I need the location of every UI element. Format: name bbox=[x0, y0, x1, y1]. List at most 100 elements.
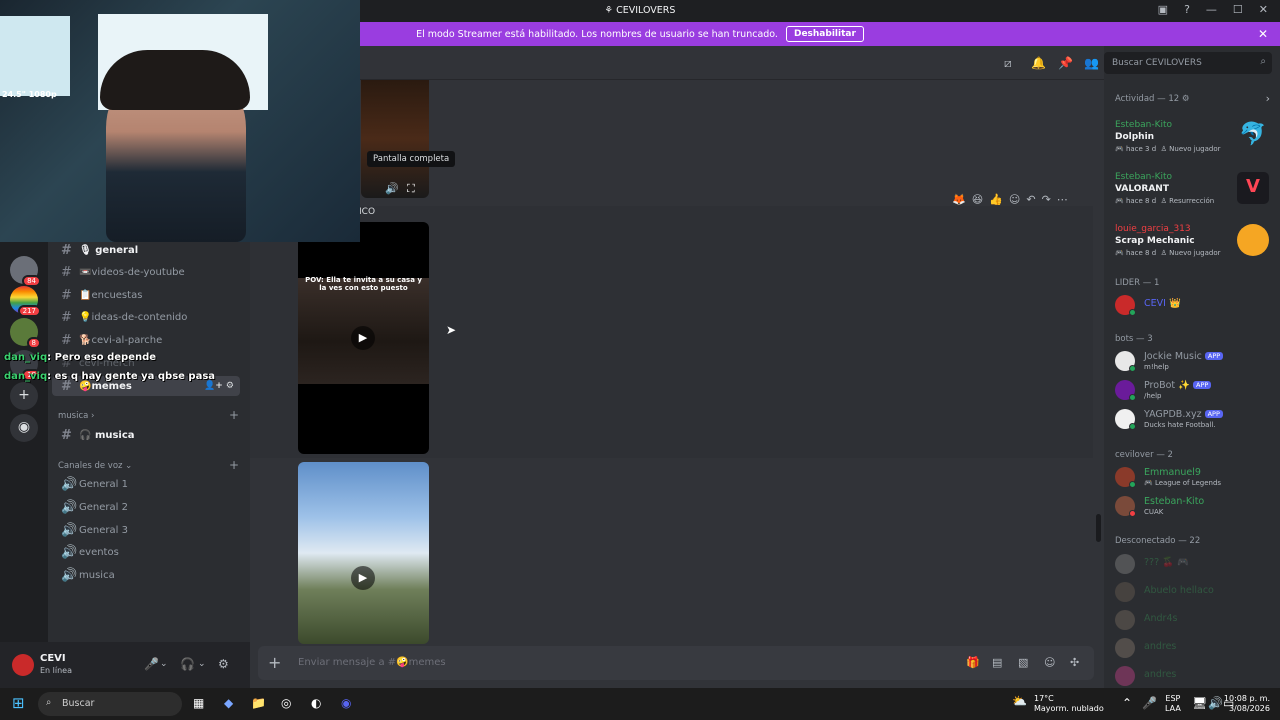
bell-icon[interactable]: 🔔 bbox=[1031, 56, 1046, 70]
fullscreen-icon[interactable]: ⛶ bbox=[407, 182, 415, 196]
channel-videos-de-youtube[interactable]: # 📼 videos-de-youtube bbox=[48, 262, 244, 282]
member-item[interactable]: YAGPDB.xyz APP Ducks hate Football. bbox=[1104, 406, 1280, 432]
threads-icon[interactable]: ⧄ bbox=[1004, 56, 1012, 71]
chevron-down-icon[interactable]: ⌄ bbox=[198, 659, 206, 669]
member-item[interactable]: Emmanuel9 🎮 League of Legends bbox=[1104, 464, 1280, 490]
channel-label: General 1 bbox=[79, 478, 128, 490]
disable-streamer-button[interactable]: Deshabilitar bbox=[785, 26, 864, 42]
app-icon[interactable]: ◐ bbox=[311, 696, 321, 710]
member-item[interactable]: CEVI 👑 bbox=[1104, 292, 1280, 318]
headphones-icon[interactable]: 🎧 bbox=[180, 657, 195, 671]
help-icon[interactable]: ? bbox=[1184, 3, 1190, 16]
task-view-icon[interactable]: ▦ bbox=[193, 696, 204, 710]
gift-icon[interactable]: 🎁 bbox=[966, 656, 980, 669]
play-icon[interactable]: ▶ bbox=[351, 566, 375, 590]
member-item[interactable]: andres bbox=[1104, 663, 1280, 689]
add-channel-icon[interactable]: + bbox=[229, 458, 239, 472]
add-server-icon[interactable]: + bbox=[10, 382, 38, 410]
member-item[interactable]: ProBot ✨ APP /help bbox=[1104, 377, 1280, 403]
explore-icon[interactable]: ◉ bbox=[10, 414, 38, 442]
pin-icon[interactable]: 📌 bbox=[1058, 56, 1073, 70]
activity-meta: 🎮 hace 8 d ♙ Nuevo jugador bbox=[1115, 249, 1221, 257]
chevron-right-icon[interactable]: › bbox=[1266, 92, 1270, 105]
volume-icon[interactable]: 🔊 bbox=[385, 182, 399, 195]
search-input[interactable]: Buscar CEVILOVERS ⌕ bbox=[1104, 52, 1272, 74]
voice-channel[interactable]: 🔊 musica bbox=[48, 565, 244, 585]
member-item[interactable]: ??? 🍒 🎮 bbox=[1104, 551, 1280, 577]
activity-card[interactable]: Esteban-Kito VALORANT 🎮 hace 8 d ♙ Resur… bbox=[1104, 172, 1280, 216]
channel-encuestas[interactable]: # 📋 encuestas bbox=[48, 285, 244, 305]
members-icon[interactable]: 👥 bbox=[1084, 56, 1099, 70]
channel-general[interactable]: # 🎙 general bbox=[48, 240, 244, 260]
dolphin-icon: 🐬 bbox=[1237, 120, 1269, 152]
activity-card[interactable]: Esteban-Kito Dolphin 🎮 hace 3 d ♙ Nuevo … bbox=[1104, 120, 1280, 164]
activity-game: Scrap Mechanic bbox=[1115, 236, 1195, 246]
inbox-icon[interactable]: ▣ bbox=[1158, 3, 1168, 16]
close-icon[interactable]: ✕ bbox=[1258, 27, 1268, 41]
category-musica[interactable]: musica › bbox=[58, 411, 94, 421]
server-icon[interactable]: 8 bbox=[10, 318, 41, 349]
weather-widget[interactable]: 17°C Mayorm. nublado bbox=[1034, 694, 1104, 714]
member-item[interactable]: Abuelo hellaco bbox=[1104, 579, 1280, 605]
reply-icon[interactable]: ↶ bbox=[1026, 193, 1035, 206]
voice-channel[interactable]: 🔊 General 1 bbox=[48, 474, 244, 494]
avatar[interactable] bbox=[12, 654, 34, 676]
close-window-button[interactable]: ✕ bbox=[1259, 3, 1268, 16]
channel-label: General 2 bbox=[79, 501, 128, 513]
channel-cevi-al-parche[interactable]: # 🐕 cevi-al-parche bbox=[48, 330, 244, 350]
emoji-icon[interactable]: ☺ bbox=[1044, 656, 1055, 669]
member-item[interactable]: Andr4s bbox=[1104, 607, 1280, 633]
gif-icon[interactable]: ▤ bbox=[992, 656, 1002, 669]
video-attachment[interactable]: POV: Ella te invita a su casa y la ves c… bbox=[298, 222, 429, 454]
file-explorer-icon[interactable]: 📁 bbox=[251, 696, 266, 710]
voice-channel[interactable]: 🔊 eventos bbox=[48, 542, 244, 562]
chrome-icon[interactable]: ◎ bbox=[281, 696, 291, 710]
member-item[interactable]: Jockie Music APP m!help bbox=[1104, 348, 1280, 374]
clock[interactable]: 10:08 p. m. 3/08/2026 bbox=[1224, 694, 1270, 714]
category-voice[interactable]: Canales de voz ⌄ bbox=[58, 461, 132, 471]
language-indicator[interactable]: ESP LAA bbox=[1165, 694, 1181, 714]
minimize-button[interactable]: — bbox=[1206, 3, 1217, 16]
thumbs-up-icon[interactable]: 👍 bbox=[989, 193, 1003, 206]
volume-icon[interactable]: 🔊 bbox=[1208, 696, 1223, 710]
video-attachment[interactable]: ▶ bbox=[298, 462, 429, 644]
play-icon[interactable]: ▶ bbox=[351, 326, 375, 350]
sticker-icon[interactable]: ▧ bbox=[1018, 656, 1028, 669]
channel-musica[interactable]: # 🎧 musica bbox=[48, 425, 244, 445]
discord-icon[interactable]: ◉ bbox=[341, 696, 351, 710]
reaction-icon[interactable]: 🦊 bbox=[952, 193, 966, 206]
microphone-icon[interactable]: 🎤 bbox=[144, 657, 159, 671]
video-attachment[interactable] bbox=[361, 80, 429, 198]
add-channel-icon[interactable]: + bbox=[229, 408, 239, 422]
channel-emoji: 🎙 bbox=[79, 244, 92, 256]
server-icon[interactable]: 217 bbox=[10, 286, 41, 317]
chevron-up-icon[interactable]: ⌃ bbox=[1122, 696, 1132, 710]
windows-start-icon[interactable]: ⊞ bbox=[12, 694, 25, 712]
maximize-button[interactable]: ☐ bbox=[1233, 3, 1243, 16]
member-item[interactable]: Esteban-Kito CUAK bbox=[1104, 493, 1280, 519]
more-icon[interactable]: ⋯ bbox=[1057, 193, 1068, 206]
gear-icon[interactable]: ⚙ bbox=[218, 657, 229, 671]
activity-card[interactable]: louie_garcia_313 Scrap Mechanic 🎮 hace 8… bbox=[1104, 224, 1280, 268]
app-icon[interactable]: ◆ bbox=[224, 696, 233, 710]
add-reaction-icon[interactable]: ☺ bbox=[1009, 193, 1020, 206]
scrollbar[interactable] bbox=[1096, 514, 1101, 542]
member-list: Actividad — 12 ⚙ › Esteban-Kito Dolphin … bbox=[1104, 46, 1280, 688]
apps-icon[interactable]: ✣ bbox=[1070, 656, 1079, 669]
chevron-down-icon[interactable]: ⌄ bbox=[160, 659, 168, 669]
message-input[interactable]: + Enviar mensaje a #🤪memes 🎁 ▤ ▧ ☺ ✣ bbox=[258, 646, 1094, 680]
channel-ideas-de-contenido[interactable]: # 💡 ideas-de-contenido bbox=[48, 307, 244, 327]
voice-channel[interactable]: 🔊 General 3 bbox=[48, 520, 244, 540]
voice-channel[interactable]: 🔊 General 2 bbox=[48, 497, 244, 517]
activity-header[interactable]: Actividad — 12 ⚙ bbox=[1115, 94, 1189, 104]
channel-settings-icons[interactable]: 👤+ ⚙ bbox=[204, 381, 234, 391]
taskbar-search[interactable]: ⌕ Buscar bbox=[38, 692, 182, 716]
microphone-icon[interactable]: 🎤 bbox=[1142, 696, 1157, 710]
server-icon[interactable]: 84 bbox=[10, 256, 41, 287]
reaction-icon[interactable]: 😆 bbox=[972, 193, 983, 206]
speaker-icon: 🔊 bbox=[61, 544, 78, 560]
forward-icon[interactable]: ↷ bbox=[1042, 193, 1051, 206]
member-item[interactable]: andres bbox=[1104, 635, 1280, 661]
network-icon[interactable]: 🖥 bbox=[1192, 696, 1207, 710]
add-attachment-icon[interactable]: + bbox=[268, 653, 281, 672]
